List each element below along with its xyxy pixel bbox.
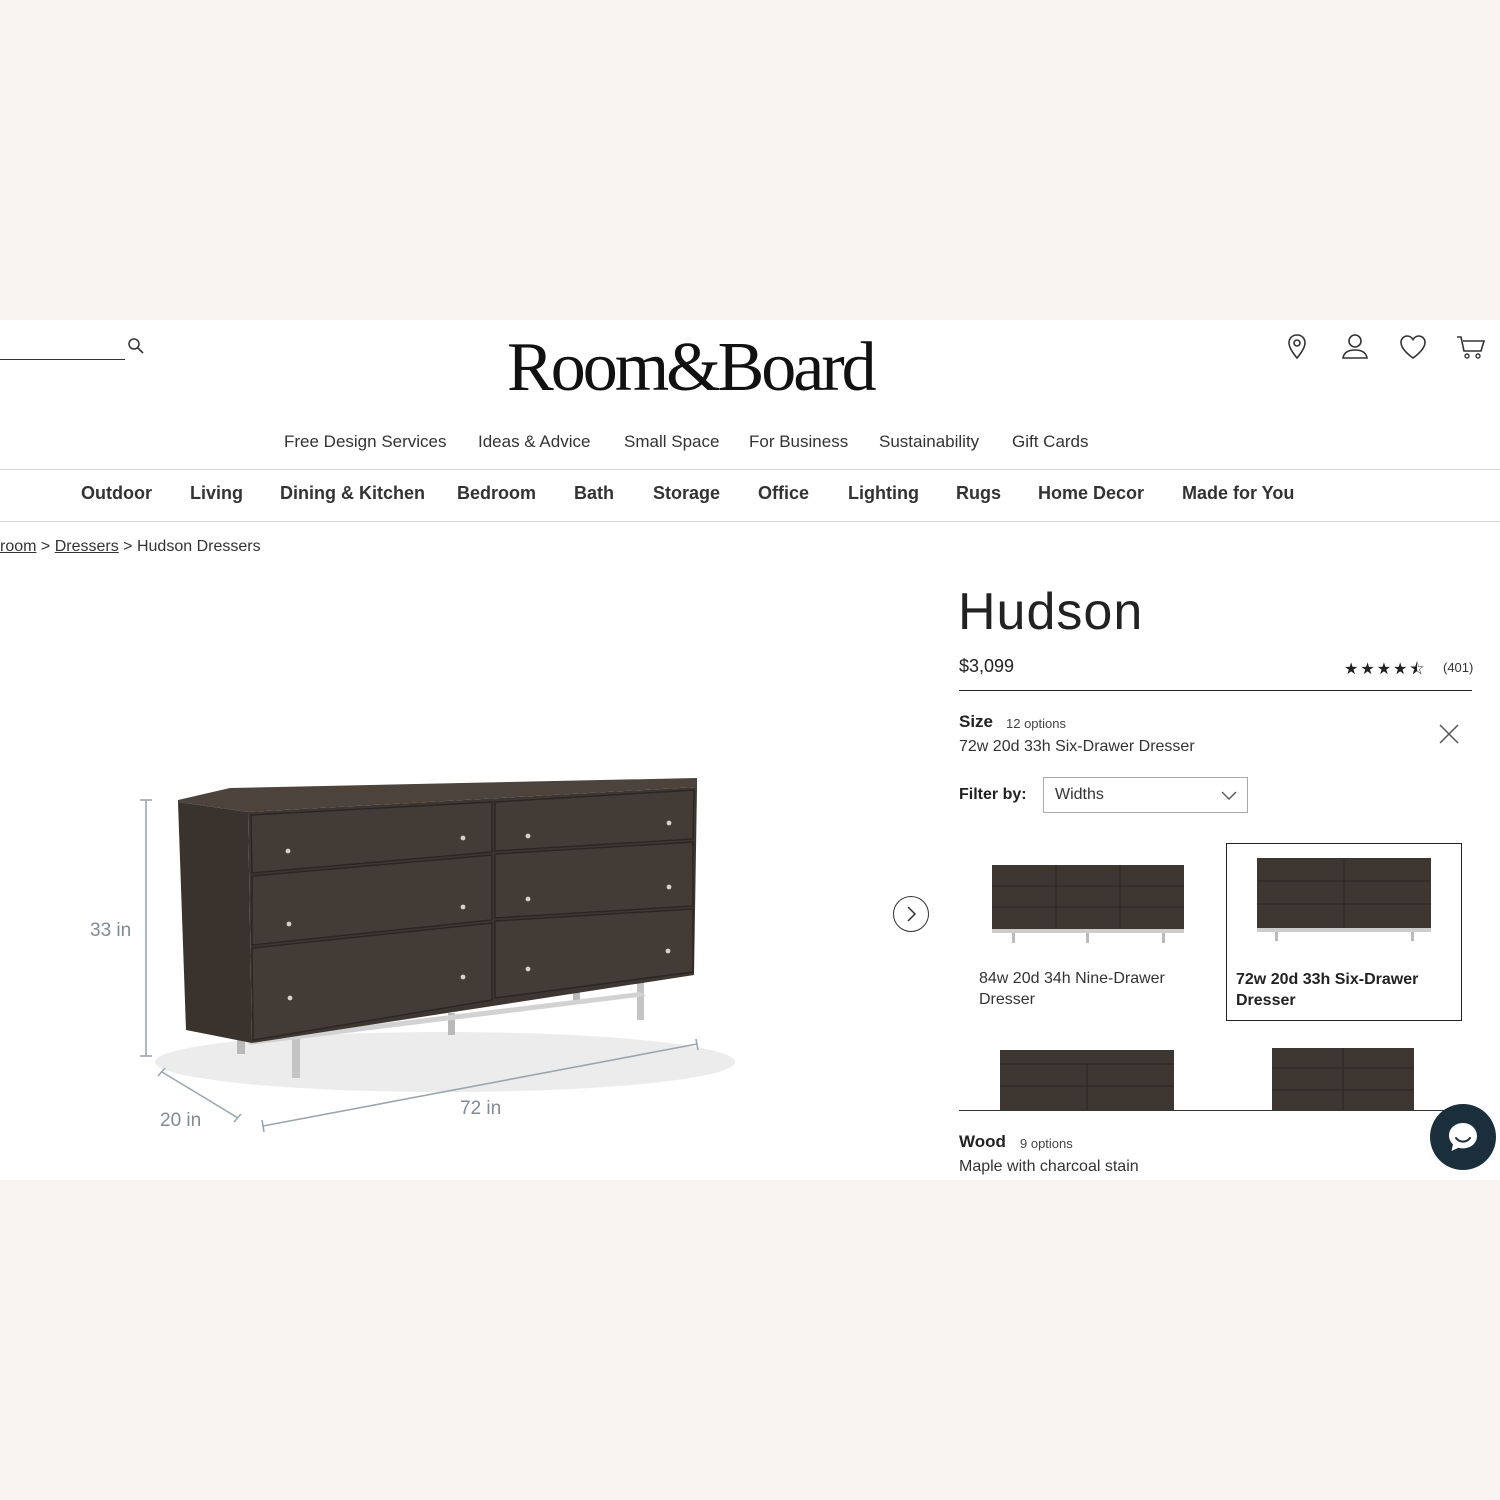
image-next-button[interactable] — [893, 896, 929, 932]
chat-bubble-icon — [1449, 1123, 1477, 1151]
secondary-nav: Free Design Services Ideas & Advice Smal… — [0, 432, 1500, 456]
size-label: Size — [959, 712, 994, 731]
size-options-count: 12 options — [1006, 716, 1066, 731]
nav-item-outdoor[interactable]: Outdoor — [81, 483, 152, 504]
filter-select[interactable]: Widths — [1043, 777, 1248, 813]
nav-divider-top — [0, 469, 1500, 470]
chat-button[interactable] — [1430, 1104, 1496, 1170]
wood-selected-value: Maple with charcoal stain — [959, 1158, 1139, 1175]
product-page: Room&Board Free Design Services Ideas & … — [0, 320, 1500, 1180]
close-icon[interactable] — [1437, 722, 1461, 746]
product-image[interactable]: 33 in 20 in 72 in — [0, 740, 900, 1180]
nav-link-small-space[interactable]: Small Space — [624, 432, 719, 452]
nav-item-made-for-you[interactable]: Made for You — [1182, 483, 1294, 504]
wood-options-count: 9 options — [1020, 1136, 1073, 1151]
size-option-caption: 84w 20d 34h Nine-Drawer Dresser — [979, 970, 1165, 1008]
dresser-illustration — [155, 778, 735, 1092]
filter-select-value: Widths — [1055, 786, 1104, 803]
product-title: Hudson — [958, 583, 1144, 641]
size-option-thumbnail — [992, 865, 1184, 943]
nav-link-sustainability[interactable]: Sustainability — [879, 432, 979, 452]
account-icon[interactable] — [1340, 332, 1370, 362]
cart-icon[interactable] — [1456, 332, 1486, 362]
dimension-depth-label: 20 in — [160, 1110, 201, 1131]
product-price: $3,099 — [959, 656, 1015, 676]
size-option-card[interactable]: 84w 20d 34h Nine-Drawer Dresser — [970, 843, 1206, 1021]
size-option-card-selected[interactable]: 72w 20d 33h Six-Drawer Dresser — [1226, 843, 1462, 1021]
size-option-thumbnail — [1257, 858, 1431, 941]
size-option-thumbnail-partial[interactable] — [1272, 1048, 1416, 1110]
nav-item-bedroom[interactable]: Bedroom — [457, 483, 536, 504]
search-input[interactable] — [0, 358, 125, 360]
nav-item-rugs[interactable]: Rugs — [956, 483, 1001, 504]
location-pin-icon[interactable] — [1282, 332, 1312, 362]
site-logo[interactable]: Room&Board — [507, 328, 877, 408]
size-option-thumbnail-partial[interactable] — [1000, 1050, 1176, 1110]
breadcrumb-separator: > — [40, 538, 51, 555]
nav-link-gift-cards[interactable]: Gift Cards — [1012, 432, 1089, 452]
breadcrumb-separator: > — [123, 538, 133, 555]
size-option-caption: 72w 20d 33h Six-Drawer Dresser — [1236, 971, 1419, 1009]
nav-link-free-design-services[interactable]: Free Design Services — [284, 432, 447, 452]
nav-item-lighting[interactable]: Lighting — [848, 483, 919, 504]
dimension-height-label: 33 in — [90, 920, 131, 941]
nav-link-ideas-advice[interactable]: Ideas & Advice — [478, 432, 590, 452]
nav-link-for-business[interactable]: For Business — [749, 432, 848, 452]
breadcrumb-link-dressers[interactable]: Dressers — [55, 538, 119, 555]
nav-item-home-decor[interactable]: Home Decor — [1038, 483, 1144, 504]
price-divider — [959, 690, 1472, 691]
nav-item-dining-kitchen[interactable]: Dining & Kitchen — [280, 483, 425, 504]
main-nav: Outdoor Living Dining & Kitchen Bedroom … — [0, 483, 1500, 509]
chevron-down-icon — [1221, 791, 1237, 800]
heart-icon[interactable] — [1398, 332, 1428, 362]
nav-item-storage[interactable]: Storage — [653, 483, 720, 504]
wood-label: Wood — [959, 1132, 1006, 1151]
nav-item-living[interactable]: Living — [190, 483, 243, 504]
breadcrumb-link-bedroom[interactable]: room — [0, 538, 36, 555]
size-selected-value: 72w 20d 33h Six-Drawer Dresser — [959, 738, 1195, 755]
search-icon[interactable] — [126, 336, 146, 356]
filter-label: Filter by: — [959, 786, 1027, 803]
breadcrumb-current: Hudson Dressers — [136, 538, 261, 555]
rating-stars[interactable]: ★★★★⯪ — [1344, 658, 1427, 685]
dimension-width-label: 72 in — [460, 1098, 501, 1119]
breadcrumb: room > Dressers > Hudson Dressers — [0, 538, 261, 556]
nav-item-office[interactable]: Office — [758, 483, 809, 504]
size-section-divider — [959, 1110, 1472, 1111]
chevron-right-icon — [907, 906, 917, 922]
nav-item-bath[interactable]: Bath — [574, 483, 614, 504]
review-count[interactable]: (401) — [1443, 660, 1473, 675]
nav-divider-bottom — [0, 521, 1500, 522]
